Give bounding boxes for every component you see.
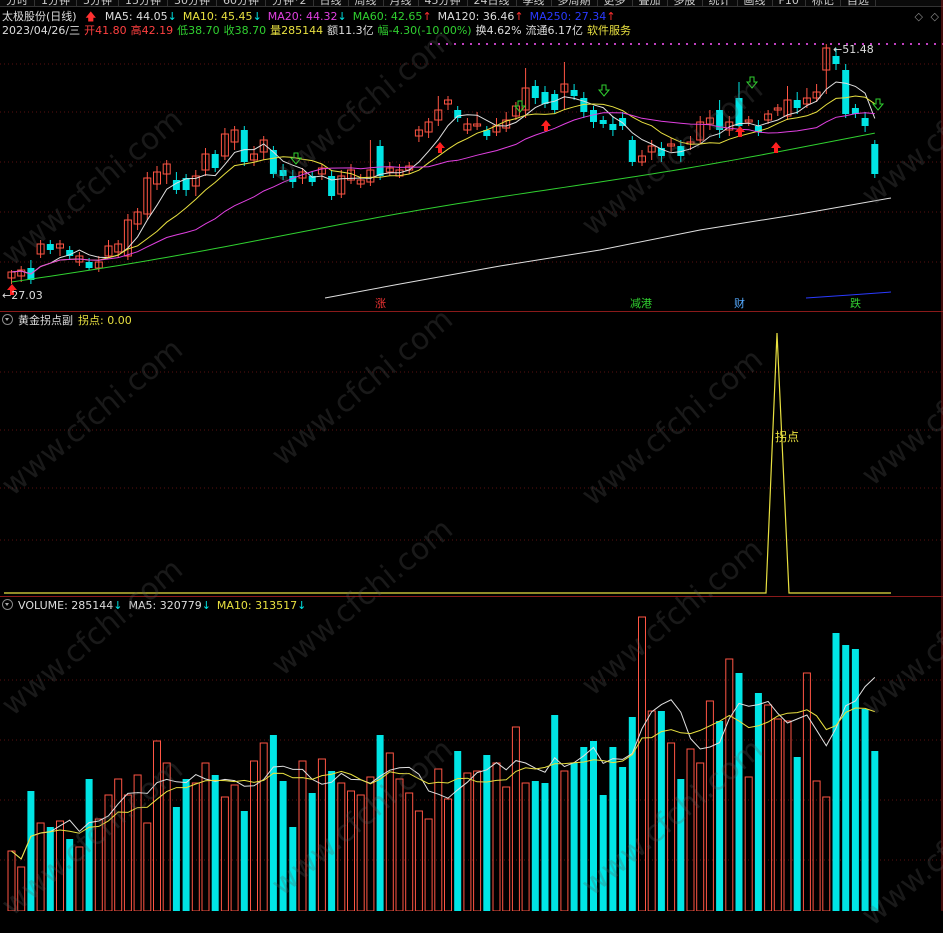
news-tag-down[interactable]: 跌: [850, 297, 861, 311]
volume-bar-up: [424, 818, 433, 911]
volume-bar-up: [502, 786, 511, 911]
high-price-label: ←51.48: [833, 43, 874, 56]
indicator-name[interactable]: 黄金拐点副: [18, 314, 73, 327]
volume-bar-down: [832, 633, 840, 911]
volume-bar-up: [463, 772, 472, 911]
volume-bar-up: [220, 796, 229, 911]
volume-bar-up: [773, 718, 782, 911]
volume-bar-up: [511, 726, 520, 911]
volume-bar-up: [143, 822, 152, 911]
volume-bar-down: [842, 645, 850, 911]
volume-bar-down: [541, 783, 549, 911]
buy-arrow-icon: [435, 142, 445, 153]
candle-down: [376, 146, 384, 176]
volume-bar-up: [259, 742, 268, 911]
volume-bar-down: [793, 757, 801, 911]
volume-bar-down: [483, 755, 491, 911]
volume-bar-down: [551, 715, 559, 911]
volume-bar-up: [802, 672, 811, 911]
volume-bar-up: [492, 762, 501, 911]
indicator-pane-title: 黄金拐点副 拐点: 0.00: [0, 314, 137, 328]
volume-bar-down: [211, 775, 219, 911]
indicator-value: 拐点: 0.00: [78, 314, 132, 327]
collapse-icon[interactable]: [2, 599, 13, 610]
candle-down: [240, 130, 248, 162]
volume-bar-down: [172, 807, 180, 911]
candle-down: [570, 90, 578, 96]
candle-down: [628, 140, 636, 162]
volume-bar-down: [716, 721, 724, 911]
volume-bar-up: [414, 810, 423, 911]
volume-bar-up: [764, 704, 773, 911]
candle-down: [85, 262, 93, 268]
news-tag-up[interactable]: 涨: [375, 297, 386, 311]
volume-bar-down: [861, 709, 869, 911]
volume-bar-up: [250, 760, 258, 911]
candle-down: [861, 118, 869, 126]
volume-bar-up: [201, 762, 210, 911]
candle-down: [599, 120, 607, 124]
volume-bar-up: [783, 720, 792, 911]
news-tag-finance[interactable]: 财: [734, 297, 745, 311]
volume-bar-down: [531, 781, 539, 911]
candle-down: [832, 56, 840, 64]
volume-bar-up: [560, 770, 569, 911]
sell-arrow-icon: [597, 84, 611, 97]
volume-bar-down: [735, 673, 743, 911]
down-arrow-icon: ↓: [201, 599, 211, 612]
candle-down: [590, 110, 597, 122]
volume-bar-up: [434, 768, 443, 911]
turning-point-label: 拐点: [775, 430, 800, 444]
volume-bar-up: [405, 792, 414, 911]
candle-down: [793, 100, 801, 108]
candle-down: [609, 124, 617, 130]
volume-bar-up: [822, 796, 831, 911]
volume-bar-down: [240, 811, 248, 911]
buy-arrow-icon: [541, 120, 551, 131]
candle-down: [454, 110, 462, 118]
volume-bar-up: [230, 784, 239, 911]
volume-bar-up: [444, 798, 452, 911]
volume-bar-down: [570, 763, 578, 911]
volume-bar-up: [744, 776, 753, 911]
candle-down: [211, 154, 219, 168]
down-arrow-icon: ↓: [297, 599, 307, 612]
volume-bar-up: [191, 782, 200, 911]
volume-bar-up: [686, 748, 695, 911]
sell-arrow-icon: [871, 98, 885, 111]
volume-bar-down: [182, 779, 190, 911]
candle-down: [531, 86, 539, 98]
news-tag-reduce[interactable]: 减港: [630, 297, 652, 311]
low-price-label: ←27.03: [2, 289, 43, 302]
candle-down: [842, 70, 850, 114]
volume-ma10: MA10: 313517: [216, 599, 298, 612]
volume-bar-down: [851, 649, 859, 911]
volume-bar-up: [473, 770, 482, 911]
volume-bar-down: [454, 751, 462, 911]
ma250-line: [805, 291, 892, 299]
collapse-icon[interactable]: [2, 314, 13, 325]
pane-separator-1[interactable]: [0, 311, 943, 312]
volume-bar-up: [521, 782, 530, 911]
